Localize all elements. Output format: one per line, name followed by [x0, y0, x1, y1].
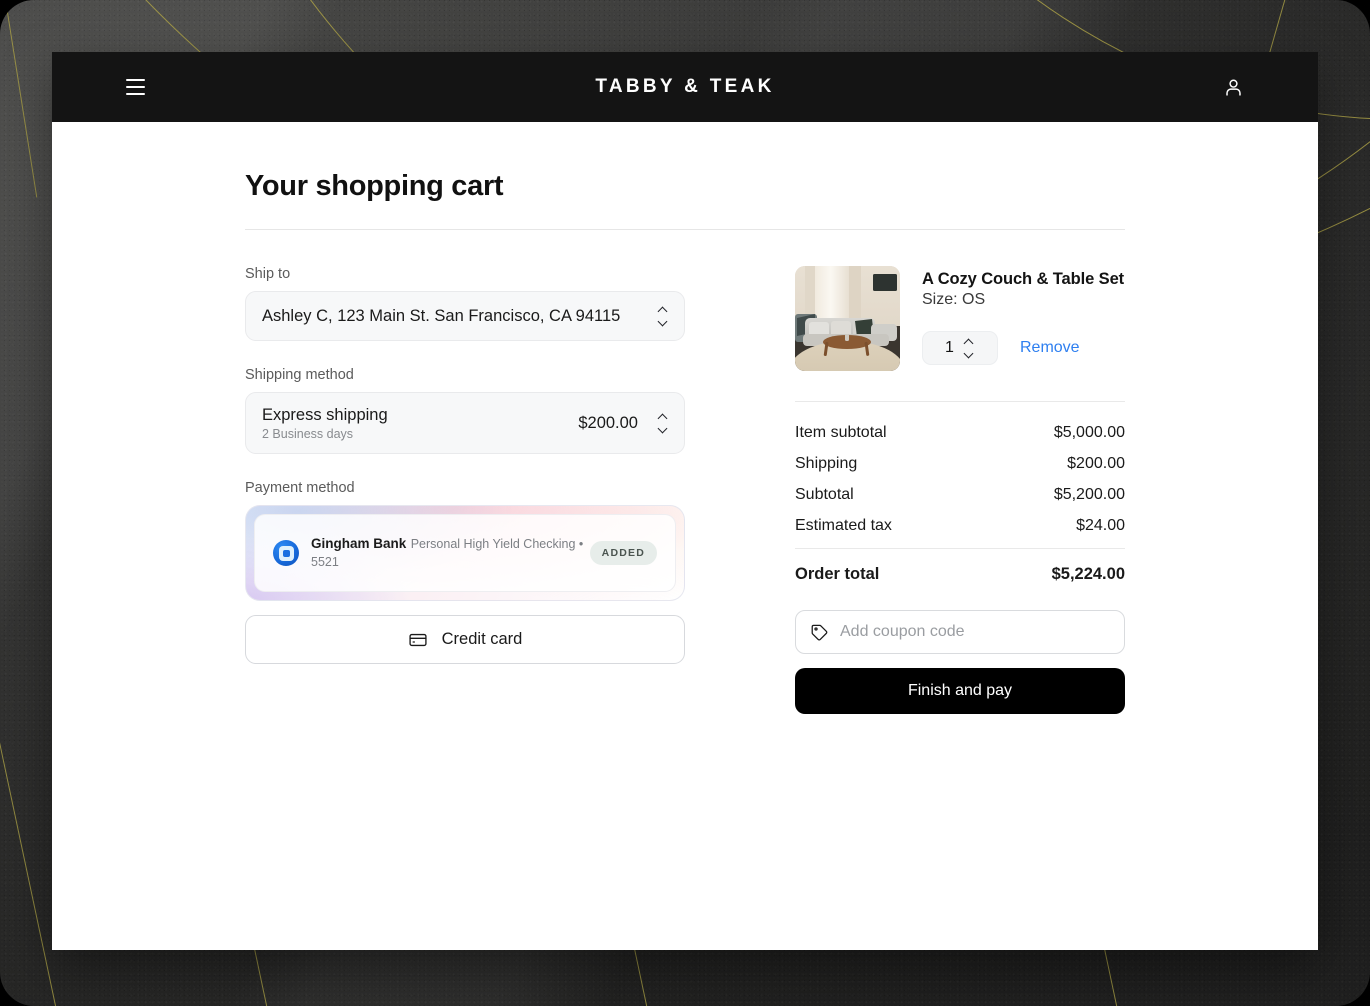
user-account-icon[interactable] — [1216, 70, 1250, 104]
checkout-form-column: Ship to Ashley C, 123 Main St. San Franc… — [245, 266, 685, 690]
hamburger-menu-icon[interactable] — [118, 70, 152, 104]
menu-bar — [125, 92, 145, 95]
credit-card-button[interactable]: Credit card — [245, 615, 685, 664]
ship-to-label: Ship to — [245, 266, 291, 282]
total-value: $5,200.00 — [1053, 486, 1125, 503]
table-row: Subtotal $5,200.00 — [795, 486, 1125, 504]
shipping-method-select[interactable]: Express shipping 2 Business days $200.00 — [245, 392, 685, 454]
menu-bar — [125, 79, 145, 82]
bank-payment-option[interactable]: Gingham Bank Personal High Yield Checkin… — [254, 514, 676, 592]
shipping-method-name: Express shipping — [262, 405, 388, 424]
table-row: Item subtotal $5,000.00 — [795, 424, 1125, 442]
finish-and-pay-button[interactable]: Finish and pay — [795, 668, 1125, 714]
total-label: Subtotal — [795, 486, 854, 503]
order-summary-column: A Cozy Couch & Table Set Size: OS 1 Remo… — [795, 266, 1125, 714]
total-label: Item subtotal — [795, 424, 887, 441]
cart-page: Your shopping cart Ship to Ashley C, 123… — [52, 122, 1318, 714]
chevron-updown-icon — [656, 413, 668, 433]
ship-to-group: Ship to Ashley C, 123 Main St. San Franc… — [245, 266, 685, 341]
shipping-method-group: Shipping method Express shipping 2 Busin… — [245, 367, 685, 454]
living-room-photo — [795, 266, 900, 371]
shipping-method-price: $200.00 — [578, 413, 638, 432]
ship-to-select[interactable]: Ashley C, 123 Main St. San Francisco, CA… — [245, 291, 685, 341]
site-header: TABBY & TEAK — [52, 52, 1318, 122]
total-label: Shipping — [795, 455, 858, 472]
shipping-method-label: Shipping method — [245, 367, 354, 383]
credit-card-icon — [409, 633, 427, 646]
total-label: Estimated tax — [795, 517, 892, 534]
coupon-field[interactable] — [795, 610, 1125, 654]
product-variant: Size: OS — [922, 291, 986, 309]
tag-icon — [811, 624, 828, 641]
user-glyph — [1225, 78, 1241, 96]
order-total-label: Order total — [795, 565, 880, 583]
table-row: Shipping $200.00 — [795, 455, 1125, 473]
gingham-bank-logo-icon — [273, 540, 299, 566]
totals-divider — [795, 548, 1125, 549]
order-total-row: Order total $5,224.00 — [795, 565, 1125, 584]
desktop-background: TABBY & TEAK Your shopping cart Ship to … — [0, 0, 1370, 1006]
bank-name: Gingham Bank — [311, 536, 407, 551]
chevron-updown-icon — [963, 338, 975, 359]
payment-method-label: Payment method — [245, 480, 355, 496]
quantity-stepper[interactable]: 1 — [922, 331, 998, 366]
total-value: $24.00 — [1076, 517, 1125, 534]
credit-card-label: Credit card — [441, 630, 523, 648]
status-badge: ADDED — [589, 541, 657, 565]
brand-logo: TABBY & TEAK — [595, 76, 775, 97]
total-value: $200.00 — [1067, 455, 1125, 472]
quantity-value: 1 — [945, 339, 954, 357]
browser-window: TABBY & TEAK Your shopping cart Ship to … — [52, 52, 1318, 950]
table-row: Estimated tax $24.00 — [795, 517, 1125, 535]
total-value: $5,000.00 — [1053, 424, 1125, 441]
cart-line-item: A Cozy Couch & Table Set Size: OS 1 Remo… — [795, 266, 1125, 371]
order-totals: Item subtotal $5,000.00 Shipping $200.00… — [795, 401, 1125, 584]
page-title: Your shopping cart — [245, 170, 504, 202]
menu-bar — [125, 86, 145, 88]
shipping-method-eta: 2 Business days — [262, 427, 354, 442]
payment-method-group: Payment method Gingham Bank Personal Hig… — [245, 480, 685, 664]
payment-method-highlight: Gingham Bank Personal High Yield Checkin… — [245, 505, 685, 601]
chevron-updown-icon — [656, 306, 668, 326]
product-name: A Cozy Couch & Table Set — [922, 270, 1125, 288]
coupon-input[interactable] — [840, 623, 1110, 641]
order-total-value: $5,224.00 — [1051, 565, 1125, 583]
product-thumbnail[interactable] — [795, 266, 900, 371]
remove-item-link[interactable]: Remove — [1020, 339, 1080, 357]
ship-to-value: Ashley C, 123 Main St. San Francisco, CA… — [262, 306, 621, 325]
title-divider — [245, 229, 1125, 230]
